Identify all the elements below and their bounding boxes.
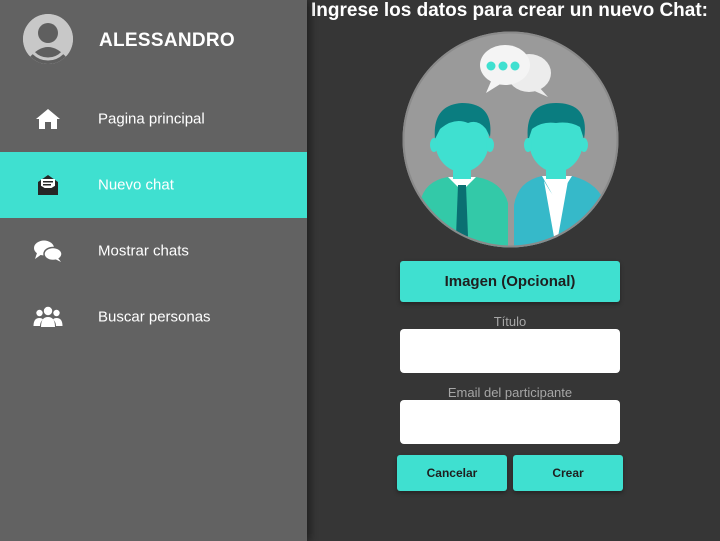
page-title: Ingrese los datos para crear un nuevo Ch… [311,0,708,21]
sidebar-item-label: Mostrar chats [98,242,189,260]
sidebar: ALESSANDRO Pagina principal Nuevo chat M… [0,0,307,541]
cancel-button[interactable]: Cancelar [397,455,507,491]
sidebar-item-pagina-principal[interactable]: Pagina principal [0,86,307,152]
home-icon [33,106,63,132]
image-upload-button[interactable]: Imagen (Opcional) [400,261,620,302]
user-profile: ALESSANDRO [0,0,307,84]
title-input[interactable] [400,329,620,373]
sidebar-item-label: Nuevo chat [98,176,174,194]
sidebar-item-label: Pagina principal [98,110,205,128]
envelope-open-icon [33,172,63,198]
chat-bubbles-icon [33,238,63,264]
email-field[interactable] [400,400,620,444]
create-button[interactable]: Crear [513,455,623,491]
sidebar-item-buscar-personas[interactable]: Buscar personas [0,284,307,350]
sidebar-item-nuevo-chat[interactable]: Nuevo chat [0,152,307,218]
sidebar-item-mostrar-chats[interactable]: Mostrar chats [0,218,307,284]
chat-group-image [402,31,619,248]
email-field-label: Email del participante [447,385,573,400]
people-icon [33,304,63,330]
avatar-icon[interactable] [23,14,73,64]
title-field-label: Título [493,314,527,329]
username: ALESSANDRO [99,30,236,51]
sidebar-item-label: Buscar personas [98,308,211,326]
group-chat-illustration-icon [402,31,619,248]
